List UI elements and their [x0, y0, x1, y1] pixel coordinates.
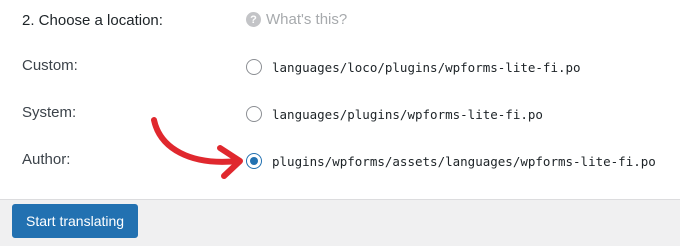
radio-custom[interactable]	[246, 59, 262, 75]
section-heading: 2. Choose a location:	[22, 12, 163, 29]
option-custom[interactable]: languages/loco/plugins/wpforms-lite-fi.p…	[246, 59, 581, 75]
location-panel: 2. Choose a location: ? What's this? Cus…	[0, 0, 680, 200]
path-custom: languages/loco/plugins/wpforms-lite-fi.p…	[272, 59, 581, 75]
row-label-author: Author:	[22, 151, 71, 168]
option-system[interactable]: languages/plugins/wpforms-lite-fi.po	[246, 106, 543, 122]
whats-this-label: What's this?	[266, 11, 348, 28]
question-circle-icon: ?	[246, 12, 261, 27]
option-author[interactable]: plugins/wpforms/assets/languages/wpforms…	[246, 153, 656, 169]
annotation-arrow-icon	[151, 117, 243, 179]
start-translating-button[interactable]: Start translating	[12, 204, 139, 238]
row-label-custom: Custom:	[22, 57, 78, 74]
path-author: plugins/wpforms/assets/languages/wpforms…	[272, 153, 656, 169]
path-system: languages/plugins/wpforms-lite-fi.po	[272, 106, 543, 122]
row-label-system: System:	[22, 104, 77, 121]
whats-this-link[interactable]: ? What's this?	[246, 11, 347, 28]
